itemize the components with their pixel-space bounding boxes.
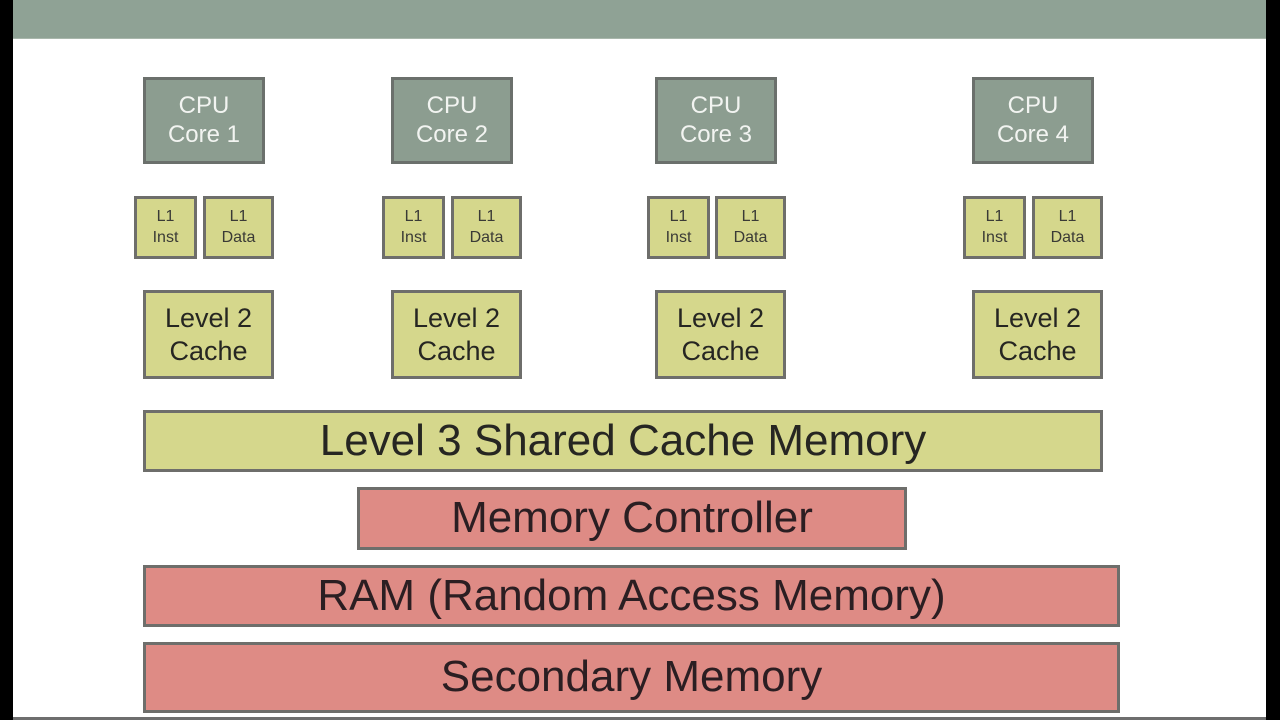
l3-shared-cache: Level 3 Shared Cache Memory [143,410,1103,472]
l2-cache-1: Level 2 Cache [143,290,274,379]
l1-inst-cache-1: L1 Inst [134,196,197,259]
l2-label: Level 2 [164,302,253,333]
l1-type: Inst [152,228,179,246]
l1-label: L1 [985,207,1004,225]
slide: CPU Core 1 L1 Inst L1 Data Level 2 Cache CPU… [13,0,1266,720]
l3-label: Level 3 Shared Cache Memory [319,415,927,465]
l1-type: Data [221,228,256,246]
memory-controller: Memory Controller [357,487,907,550]
l1-label: L1 [741,207,760,225]
l1-type: Inst [665,228,692,246]
l2-label: Cache [417,335,496,366]
l1-data-cache-1: L1 Data [203,196,274,259]
cpu-core-1: CPU Core 1 [143,77,265,164]
l2-label: Cache [681,335,760,366]
l2-cache-2: Level 2 Cache [391,290,522,379]
l1-label: L1 [669,207,688,225]
l2-label: Level 2 [412,302,501,333]
cpu-label: CPU [1007,91,1059,119]
ram: RAM (Random Access Memory) [143,565,1120,627]
l1-label: L1 [156,207,175,225]
l1-data-cache-4: L1 Data [1032,196,1103,259]
cpu-label: CPU [426,91,478,119]
l1-inst-cache-3: L1 Inst [647,196,710,259]
cpu-label: CPU [690,91,742,119]
l2-label: Cache [998,335,1077,366]
l1-inst-cache-2: L1 Inst [382,196,445,259]
l1-type: Inst [981,228,1008,246]
l1-type: Data [733,228,768,246]
l1-inst-cache-4: L1 Inst [963,196,1026,259]
core-label: Core 2 [415,120,489,148]
l2-label: Level 2 [993,302,1082,333]
l1-type: Inst [400,228,427,246]
l2-cache-3: Level 2 Cache [655,290,786,379]
secondary-memory: Secondary Memory [143,642,1120,713]
secondary-memory-label: Secondary Memory [440,652,823,702]
l1-label: L1 [404,207,423,225]
core-label: Core 4 [996,120,1070,148]
cpu-core-4: CPU Core 4 [972,77,1094,164]
l1-type: Data [469,228,504,246]
header-band [13,0,1266,39]
l1-data-cache-3: L1 Data [715,196,786,259]
l1-data-cache-2: L1 Data [451,196,522,259]
core-label: Core 3 [679,120,753,148]
cpu-core-2: CPU Core 2 [391,77,513,164]
cpu-label: CPU [178,91,230,119]
ram-label: RAM (Random Access Memory) [317,570,946,620]
memory-controller-label: Memory Controller [451,493,813,543]
l1-type: Data [1050,228,1085,246]
core-label: Core 1 [167,120,241,148]
l2-label: Cache [169,335,248,366]
cpu-core-3: CPU Core 3 [655,77,777,164]
l1-label: L1 [1058,207,1077,225]
l2-cache-4: Level 2 Cache [972,290,1103,379]
l1-label: L1 [229,207,248,225]
l1-label: L1 [477,207,496,225]
l2-label: Level 2 [676,302,765,333]
